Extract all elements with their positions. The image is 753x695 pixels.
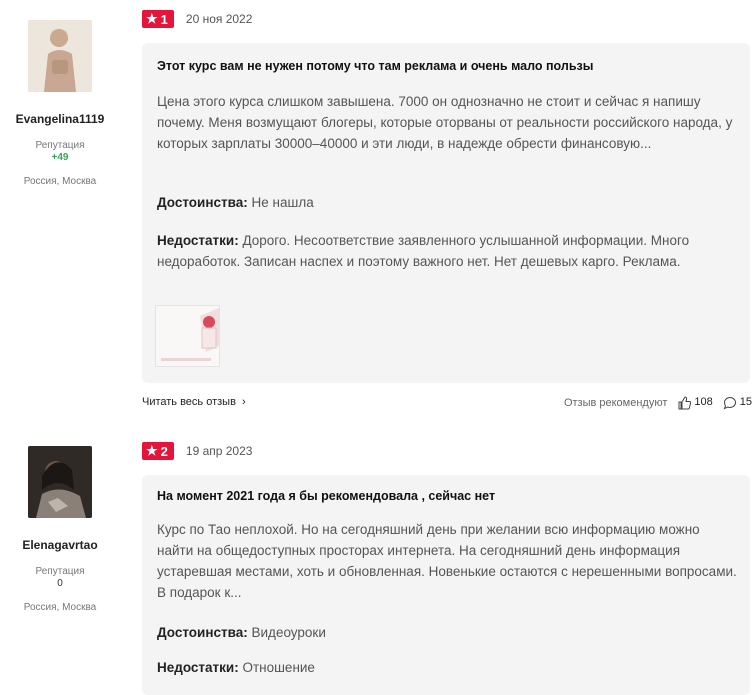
review-footer: Читать весь отзыв › Отзыв рекомендуют 10… — [142, 396, 752, 412]
review-author: Evangelina1119 Репутация +49 Россия, Мос… — [0, 20, 120, 187]
pros-label: Достоинства: — [157, 195, 248, 210]
review-pros: Достоинства: Не нашла — [157, 195, 314, 210]
like-button[interactable]: 108 — [677, 396, 713, 410]
review-title[interactable]: На момент 2021 года я бы рекомендовала ,… — [157, 489, 495, 503]
review-date: 19 апр 2023 — [185, 444, 253, 458]
review-cons: Недостатки: Дорого. Несоответствие заявл… — [157, 230, 737, 272]
likes-count: 108 — [694, 396, 713, 408]
rating-value: 2 — [160, 443, 168, 459]
pros-text: Не нашла — [251, 195, 314, 210]
rating-row: ★ 1 20 ноя 2022 — [142, 9, 252, 29]
review-pros: Достоинства: Видеоуроки — [157, 625, 326, 640]
rating-badge: ★ 2 — [142, 442, 174, 460]
pros-label: Достоинства: — [157, 625, 248, 640]
review-stats: Отзыв рекомендуют 108 15 — [564, 396, 752, 410]
avatar[interactable] — [28, 20, 92, 92]
review-photo[interactable] — [155, 305, 220, 367]
author-city: Россия, Москва — [23, 176, 97, 187]
cons-label: Недостатки: — [157, 233, 239, 248]
reputation-value: +49 — [51, 152, 69, 163]
review-date: 20 ноя 2022 — [185, 12, 253, 26]
review-text: Курс по Тао неплохой. Но на сегодняшний … — [157, 522, 737, 600]
rating-row: ★ 2 19 апр 2023 — [142, 441, 252, 461]
thumbs-up-icon — [678, 396, 692, 410]
author-city: Россия, Москва — [23, 602, 97, 613]
cons-text: Отношение — [242, 660, 315, 675]
review-cons: Недостатки: Отношение — [157, 660, 315, 675]
star-icon: ★ — [146, 443, 158, 458]
reputation-label: Репутация — [35, 566, 85, 577]
reputation-value: 0 — [57, 578, 63, 589]
pros-text: Видеоуроки — [251, 625, 326, 640]
review-author: Elenagavrtao Репутация 0 Россия, Москва — [0, 446, 120, 613]
avatar[interactable] — [28, 446, 92, 518]
comments-count: 15 — [739, 396, 752, 408]
review-card: На момент 2021 года я бы рекомендовала ,… — [142, 475, 750, 695]
read-more-label: Читать весь отзыв — [142, 396, 236, 408]
review-card: Этот курс вам не нужен потому что там ре… — [142, 43, 750, 383]
read-more-link[interactable]: Читать весь отзыв › — [142, 396, 246, 408]
star-icon: ★ — [146, 11, 158, 26]
review-title[interactable]: Этот курс вам не нужен потому что там ре… — [157, 59, 593, 73]
cons-label: Недостатки: — [157, 660, 239, 675]
rating-value: 1 — [160, 11, 168, 27]
author-name[interactable]: Elenagavrtao — [0, 538, 120, 552]
author-name[interactable]: Evangelina1119 — [0, 112, 120, 126]
reputation-label: Репутация — [35, 140, 85, 151]
comment-icon — [723, 396, 736, 410]
recommend-label: Отзыв рекомендуют — [563, 397, 668, 409]
comments-button[interactable]: 15 — [723, 396, 752, 410]
chevron-right-icon: › — [239, 396, 246, 408]
review-text: Цена этого курса слишком завышена. 7000 … — [157, 94, 733, 151]
rating-badge: ★ 1 — [142, 10, 174, 28]
